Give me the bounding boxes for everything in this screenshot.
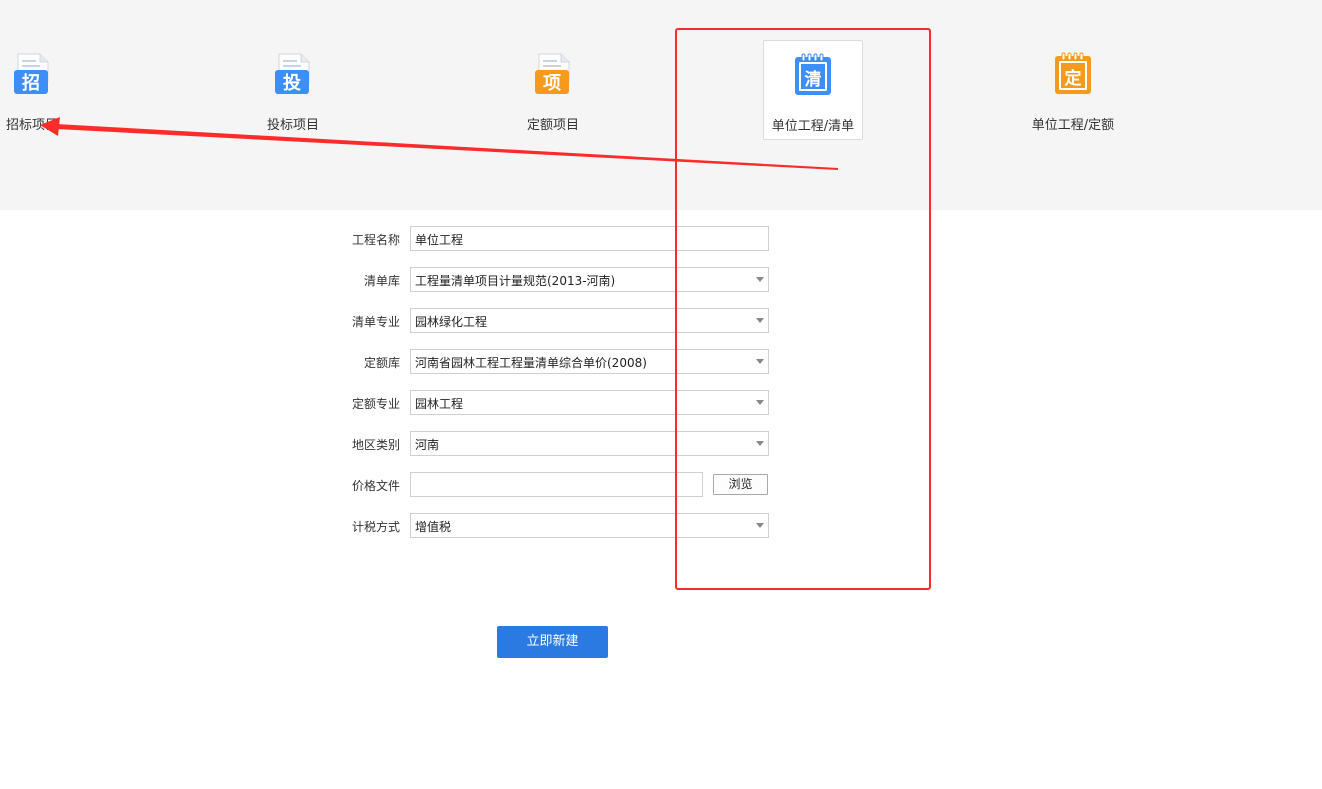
document-blue-icon: 投 <box>275 53 310 94</box>
project-name-input[interactable]: 单位工程 <box>410 226 769 251</box>
chevron-down-icon <box>756 400 764 405</box>
project-type-bid[interactable]: 投 投标项目 <box>243 40 343 140</box>
svg-text:项: 项 <box>543 73 561 94</box>
svg-text:定: 定 <box>1065 68 1082 89</box>
project-type-label: 单位工程/定额 <box>1031 118 1115 133</box>
svg-text:投: 投 <box>283 72 301 94</box>
project-type-bar: 招 招标项目 投 投标项目 项 定额项目 清 单位工程/清单 定 单位工程/定额 <box>0 0 1322 210</box>
project-type-label: 定额项目 <box>526 118 579 133</box>
chevron-down-icon <box>756 359 764 364</box>
field-label: 清单专业 <box>351 315 400 329</box>
notepad-blue-icon: 清 <box>795 53 831 95</box>
chevron-down-icon <box>756 523 764 528</box>
chevron-down-icon <box>756 441 764 446</box>
svg-text:清: 清 <box>805 69 822 90</box>
bill-specialty-select[interactable]: 园林绿化工程 <box>410 308 769 333</box>
region-select[interactable]: 河南 <box>410 431 769 456</box>
field-label: 地区类别 <box>351 438 400 452</box>
select-value: 河南 <box>415 438 440 452</box>
field-label: 定额库 <box>363 356 400 370</box>
project-type-label: 招标项目 <box>5 118 58 133</box>
quota-library-select[interactable]: 河南省园林工程工程量清单综合单价(2008) <box>410 349 769 374</box>
create-now-button[interactable]: 立即新建 <box>497 626 608 658</box>
bill-library-select[interactable]: 工程量清单项目计量规范(2013-河南) <box>410 267 769 292</box>
tax-method-select[interactable]: 增值税 <box>410 513 769 538</box>
field-label: 计税方式 <box>351 520 400 534</box>
chevron-down-icon <box>756 277 764 282</box>
select-value: 园林工程 <box>415 397 464 411</box>
document-orange-icon: 项 <box>535 53 570 94</box>
field-label: 定额专业 <box>351 397 400 411</box>
input-value: 单位工程 <box>415 233 464 247</box>
quota-specialty-select[interactable]: 园林工程 <box>410 390 769 415</box>
field-label: 价格文件 <box>351 479 400 493</box>
select-value: 河南省园林工程工程量清单综合单价(2008) <box>415 356 647 370</box>
browse-button[interactable]: 浏览 <box>713 474 768 495</box>
price-file-input[interactable] <box>410 472 703 497</box>
project-type-unit-quota[interactable]: 定 单位工程/定额 <box>1023 40 1123 140</box>
project-type-tender[interactable]: 招 招标项目 <box>0 40 82 140</box>
select-value: 增值税 <box>415 520 452 534</box>
select-value: 工程量清单项目计量规范(2013-河南) <box>415 274 616 288</box>
notepad-orange-icon: 定 <box>1055 52 1091 94</box>
project-type-unit-bill[interactable]: 清 单位工程/清单 <box>763 40 863 140</box>
chevron-down-icon <box>756 318 764 323</box>
project-type-quota[interactable]: 项 定额项目 <box>503 40 603 140</box>
project-type-label: 投标项目 <box>266 118 319 133</box>
field-label: 工程名称 <box>351 233 400 247</box>
svg-text:招: 招 <box>22 72 40 94</box>
project-type-label: 单位工程/清单 <box>771 119 855 134</box>
document-blue-icon: 招 <box>14 53 49 94</box>
field-label: 清单库 <box>363 274 400 288</box>
select-value: 园林绿化工程 <box>415 315 488 329</box>
